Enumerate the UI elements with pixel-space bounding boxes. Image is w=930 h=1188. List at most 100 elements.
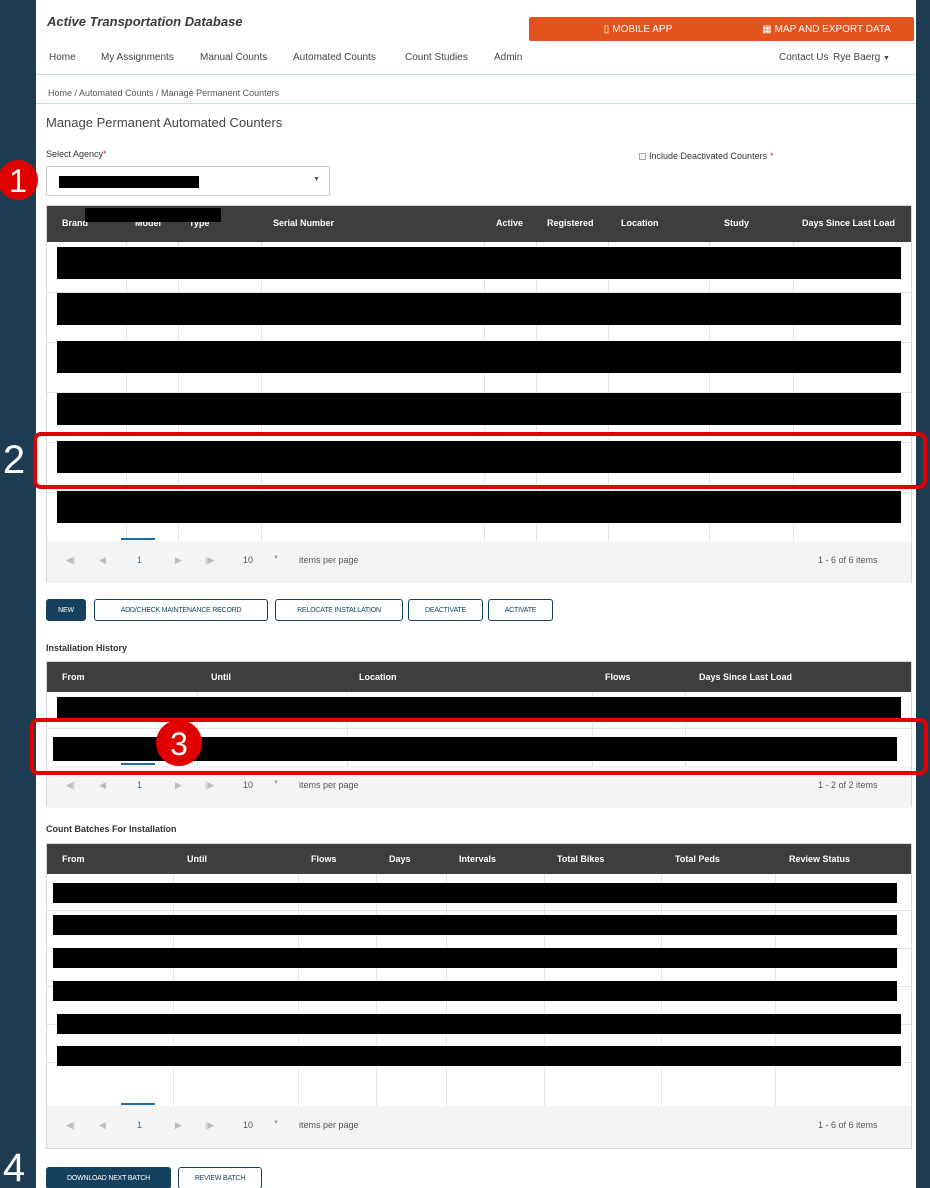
agency-select[interactable]: ▼: [46, 166, 330, 196]
table-row[interactable]: [57, 393, 901, 425]
page-title: Manage Permanent Automated Counters: [46, 115, 283, 130]
page-size-select[interactable]: 10: [243, 780, 253, 790]
relocate-installation-button[interactable]: RELOCATE INSTALLATION: [275, 599, 403, 621]
col-serial-number[interactable]: Serial Number: [273, 218, 334, 228]
col-location[interactable]: Location: [359, 672, 397, 682]
table-row[interactable]: [57, 491, 901, 523]
next-page-icon[interactable]: ▶: [175, 780, 182, 791]
col-intervals[interactable]: Intervals: [459, 854, 496, 864]
table-row[interactable]: [53, 883, 897, 903]
nav-divider: [36, 74, 916, 75]
next-page-icon[interactable]: ▶: [175, 555, 182, 566]
counters-pager: ◀| ◀ 1 ▶ |▶ 10 ▼ items per page 1 - 6 of…: [47, 538, 911, 583]
page-indicator: [121, 1103, 155, 1105]
table-row[interactable]: [57, 293, 901, 325]
page-number[interactable]: 1: [137, 555, 142, 565]
count-batches-grid: From Until Flows Days Intervals Total Bi…: [46, 843, 912, 1149]
col-until[interactable]: Until: [211, 672, 231, 682]
col-location[interactable]: Location: [621, 218, 659, 228]
phone-icon: ▯: [603, 23, 610, 35]
col-days[interactable]: Days: [389, 854, 411, 864]
breadcrumb[interactable]: Home / Automated Counts / Manage Permane…: [48, 88, 279, 98]
mobile-app-button[interactable]: ▯ MOBILE APP: [529, 17, 747, 41]
caret-down-icon: ▼: [883, 55, 890, 62]
highlight-row-2: [33, 432, 927, 489]
nav-my-assignments[interactable]: My Assignments: [101, 52, 174, 63]
nav-automated-counts[interactable]: Automated Counts: [293, 52, 376, 63]
nav-manual-counts[interactable]: Manual Counts: [200, 52, 267, 63]
prev-page-icon[interactable]: ◀: [99, 1120, 106, 1131]
activate-button[interactable]: ACTIVATE: [488, 599, 553, 621]
col-registered[interactable]: Registered: [547, 218, 594, 228]
col-days-since-last-load[interactable]: Days Since Last Load: [699, 672, 792, 682]
page-indicator: [121, 538, 155, 540]
first-page-icon[interactable]: ◀|: [66, 555, 75, 566]
user-menu[interactable]: Rye Baerg ▼: [833, 52, 890, 63]
table-row[interactable]: [53, 981, 897, 1001]
table-row[interactable]: [53, 948, 897, 968]
items-per-page-label: items per page: [299, 780, 359, 790]
nav-count-studies[interactable]: Count Studies: [405, 52, 468, 63]
col-from[interactable]: From: [62, 672, 85, 682]
page-size-caret-icon[interactable]: ▼: [273, 1120, 279, 1126]
map-icon: ▦: [762, 23, 772, 35]
first-page-icon[interactable]: ◀|: [66, 1120, 75, 1131]
count-batches-header: From Until Flows Days Intervals Total Bi…: [47, 844, 911, 874]
table-row[interactable]: [57, 247, 901, 279]
page-size-select[interactable]: 10: [243, 1120, 253, 1130]
col-days-since-last-load[interactable]: Days Since Last Load: [802, 218, 895, 228]
maintenance-record-button[interactable]: ADD/CHECK MAINTENANCE RECORD: [94, 599, 268, 621]
contact-us-link[interactable]: Contact Us: [779, 52, 828, 63]
col-flows[interactable]: Flows: [605, 672, 631, 682]
col-total-peds[interactable]: Total Peds: [675, 854, 720, 864]
last-page-icon[interactable]: |▶: [205, 555, 214, 566]
installation-history-header: From Until Location Flows Days Since Las…: [47, 662, 911, 692]
user-name: Rye Baerg: [833, 52, 881, 63]
annotation-marker-2: 2: [2, 438, 26, 482]
col-until[interactable]: Until: [187, 854, 207, 864]
first-page-icon[interactable]: ◀|: [66, 780, 75, 791]
page-size-caret-icon[interactable]: ▼: [273, 780, 279, 786]
page-number[interactable]: 1: [137, 780, 142, 790]
required-mark: *: [770, 151, 774, 161]
col-total-bikes[interactable]: Total Bikes: [557, 854, 604, 864]
include-deactivated-checkbox[interactable]: [639, 152, 646, 160]
map-export-button[interactable]: ▦ MAP AND EXPORT DATA: [739, 17, 914, 41]
table-row[interactable]: [57, 1046, 901, 1066]
dropdown-caret-icon: ▼: [313, 176, 320, 183]
col-flows[interactable]: Flows: [311, 854, 337, 864]
breadcrumb-divider: [36, 103, 916, 104]
table-row[interactable]: [57, 1014, 901, 1034]
page-size-caret-icon[interactable]: ▼: [273, 555, 279, 561]
nav-admin[interactable]: Admin: [494, 52, 522, 63]
table-row[interactable]: [57, 341, 901, 373]
deactivate-button[interactable]: DEACTIVATE: [408, 599, 483, 621]
items-per-page-label: items per page: [299, 555, 359, 565]
prev-page-icon[interactable]: ◀: [99, 780, 106, 791]
col-review-status[interactable]: Review Status: [789, 854, 850, 864]
col-from[interactable]: From: [62, 854, 85, 864]
download-next-batch-button[interactable]: DOWNLOAD NEXT BATCH: [46, 1167, 171, 1188]
col-study[interactable]: Study: [724, 218, 749, 228]
app-title: Active Transportation Database: [47, 14, 243, 29]
agency-label: Select Agency*: [46, 149, 107, 159]
table-row[interactable]: [53, 915, 897, 935]
review-batch-button[interactable]: REVIEW BATCH: [178, 1167, 262, 1188]
page-size-select[interactable]: 10: [243, 555, 253, 565]
count-batches-title: Count Batches For Installation: [46, 824, 177, 834]
new-button[interactable]: NEW: [46, 599, 86, 621]
mobile-app-label: MOBILE APP: [612, 23, 673, 35]
next-page-icon[interactable]: ▶: [175, 1120, 182, 1131]
col-active[interactable]: Active: [496, 218, 523, 228]
installation-history-title: Installation History: [46, 643, 128, 653]
counters-grid: Brand Model Type Serial Number Active Re…: [46, 205, 912, 583]
pager-summary: 1 - 6 of 6 items: [818, 555, 878, 565]
last-page-icon[interactable]: |▶: [205, 780, 214, 791]
page-number[interactable]: 1: [137, 1120, 142, 1130]
page: Active Transportation Database ▯ MOBILE …: [36, 0, 916, 1188]
last-page-icon[interactable]: |▶: [205, 1120, 214, 1131]
nav-home[interactable]: Home: [49, 52, 76, 63]
prev-page-icon[interactable]: ◀: [99, 555, 106, 566]
include-deactivated[interactable]: Include Deactivated Counters *: [639, 151, 774, 161]
redacted-agency: [59, 176, 199, 188]
